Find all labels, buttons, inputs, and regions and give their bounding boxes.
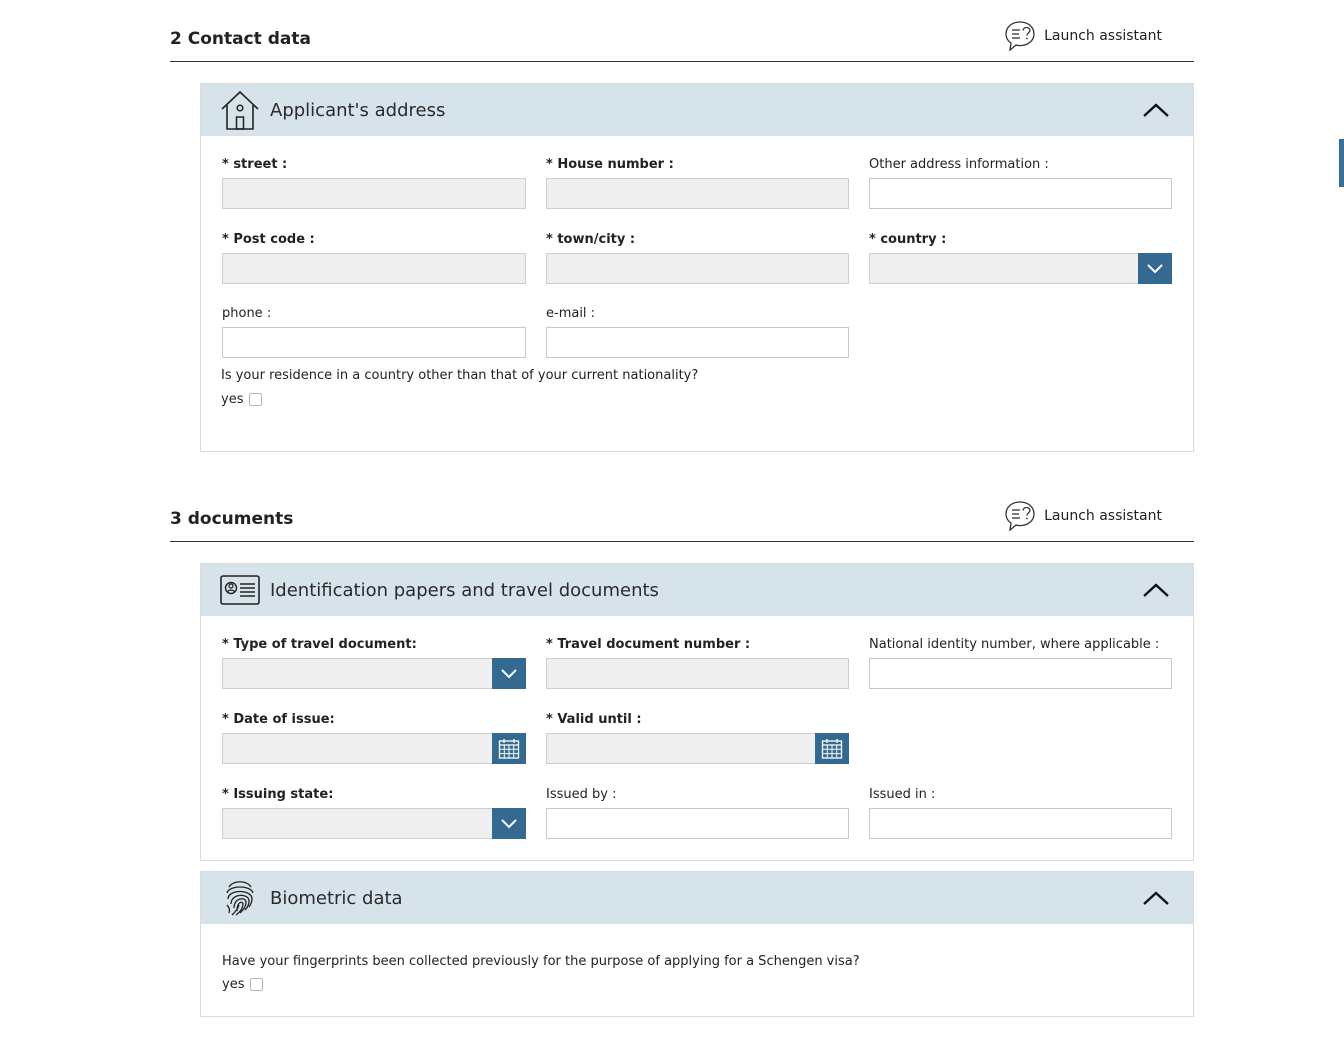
valid-until-input[interactable] [546, 733, 849, 764]
applicant-address-panel-header[interactable]: Applicant's address [201, 84, 1193, 136]
valid-until-field: * Valid until : [546, 710, 849, 764]
email-input[interactable] [546, 327, 849, 358]
house-number-input[interactable] [546, 178, 849, 209]
chevron-up-icon[interactable] [1141, 577, 1171, 603]
house-number-label: * House number : [546, 157, 674, 172]
post-code-input[interactable] [222, 253, 526, 284]
biometric-panel: Biometric data Have your fingerprints be… [200, 871, 1194, 1017]
date-issue-input[interactable] [222, 733, 526, 764]
chevron-down-icon[interactable] [492, 658, 526, 689]
valid-until-label: * Valid until : [546, 712, 642, 727]
post-code-field: * Post code : [222, 230, 526, 284]
email-field: e-mail : [546, 304, 849, 358]
date-issue-label: * Date of issue: [222, 712, 335, 727]
residence-yes-checkbox[interactable] [249, 393, 263, 406]
residence-question: Is your residence in a country other tha… [221, 368, 699, 383]
town-field: * town/city : [546, 230, 849, 284]
street-input[interactable] [222, 178, 526, 209]
issued-in-field: Issued in : [869, 785, 1172, 839]
fingerprint-yes-row: yes [222, 977, 264, 992]
issued-by-label: Issued by : [546, 787, 617, 802]
issued-in-input[interactable] [869, 808, 1172, 839]
speech-bubble-question-icon [1005, 21, 1035, 52]
identification-panel-header[interactable]: Identification papers and travel documen… [201, 564, 1193, 616]
identification-panel-title: Identification papers and travel documen… [270, 579, 659, 601]
street-field: * street : [222, 155, 526, 209]
chevron-up-icon[interactable] [1141, 97, 1171, 123]
town-input[interactable] [546, 253, 849, 284]
identification-panel: Identification papers and travel documen… [200, 563, 1194, 861]
residence-yes-row: yes [221, 392, 263, 407]
phone-label: phone : [222, 306, 272, 321]
issued-by-input[interactable] [546, 808, 849, 839]
date-issue-field: * Date of issue: [222, 710, 526, 764]
doc-type-select[interactable] [222, 658, 526, 689]
fingerprint-yes-checkbox[interactable] [250, 978, 264, 991]
national-id-input[interactable] [869, 658, 1172, 689]
documents-section-header: 3 documents Launch assistant [170, 480, 1194, 542]
doc-number-field: * Travel document number : [546, 635, 849, 689]
street-label: * street : [222, 157, 288, 172]
issued-by-field: Issued by : [546, 785, 849, 839]
id-card-icon [220, 568, 260, 612]
doc-number-label: * Travel document number : [546, 637, 751, 652]
other-address-input[interactable] [869, 178, 1172, 209]
national-id-field: National identity number, where applicab… [869, 635, 1172, 689]
town-label: * town/city : [546, 232, 636, 247]
fingerprint-yes-label: yes [222, 977, 245, 992]
issuing-state-field: * Issuing state: [222, 785, 526, 839]
applicant-address-panel: Applicant's address * street : * House n… [200, 83, 1194, 452]
country-select[interactable] [869, 253, 1172, 284]
documents-launch-assistant-button[interactable]: Launch assistant [1004, 499, 1162, 533]
chevron-down-icon[interactable] [492, 808, 526, 839]
residence-yes-label: yes [221, 392, 244, 407]
calendar-icon[interactable] [492, 733, 526, 764]
scroll-edge-marker[interactable] [1339, 139, 1344, 187]
issuing-state-label: * Issuing state: [222, 787, 334, 802]
chevron-up-icon[interactable] [1141, 885, 1171, 911]
other-address-label: Other address information : [869, 157, 1049, 172]
phone-input[interactable] [222, 327, 526, 358]
country-label: * country : [869, 232, 947, 247]
doc-number-input[interactable] [546, 658, 849, 689]
biometric-panel-title: Biometric data [270, 887, 403, 909]
email-label: e-mail : [546, 306, 596, 321]
biometric-panel-header[interactable]: Biometric data [201, 872, 1193, 924]
speech-bubble-question-icon [1005, 501, 1035, 532]
national-id-label: National identity number, where applicab… [869, 637, 1160, 652]
issued-in-label: Issued in : [869, 787, 936, 802]
post-code-label: * Post code : [222, 232, 315, 247]
contact-section-title: 2 Contact data [170, 29, 311, 49]
doc-type-field: * Type of travel document: [222, 635, 526, 689]
country-field: * country : [869, 230, 1172, 284]
chevron-down-icon[interactable] [1138, 253, 1172, 284]
doc-type-label: * Type of travel document: [222, 637, 417, 652]
contact-section-header: 2 Contact data Launch assistant [170, 0, 1194, 62]
applicant-address-panel-title: Applicant's address [270, 99, 446, 121]
documents-section-title: 3 documents [170, 509, 294, 529]
contact-launch-assistant-label: Launch assistant [1044, 28, 1162, 44]
phone-field: phone : [222, 304, 526, 358]
issuing-state-select[interactable] [222, 808, 526, 839]
contact-launch-assistant-button[interactable]: Launch assistant [1004, 19, 1162, 53]
house-icon [220, 88, 260, 132]
fingerprint-icon [220, 876, 260, 920]
documents-launch-assistant-label: Launch assistant [1044, 508, 1162, 524]
fingerprint-question: Have your fingerprints been collected pr… [222, 954, 860, 969]
other-address-field: Other address information : [869, 155, 1172, 209]
house-number-field: * House number : [546, 155, 849, 209]
calendar-icon[interactable] [815, 733, 849, 764]
visa-application-page: 2 Contact data Launch assistant Applican… [0, 0, 1344, 1046]
